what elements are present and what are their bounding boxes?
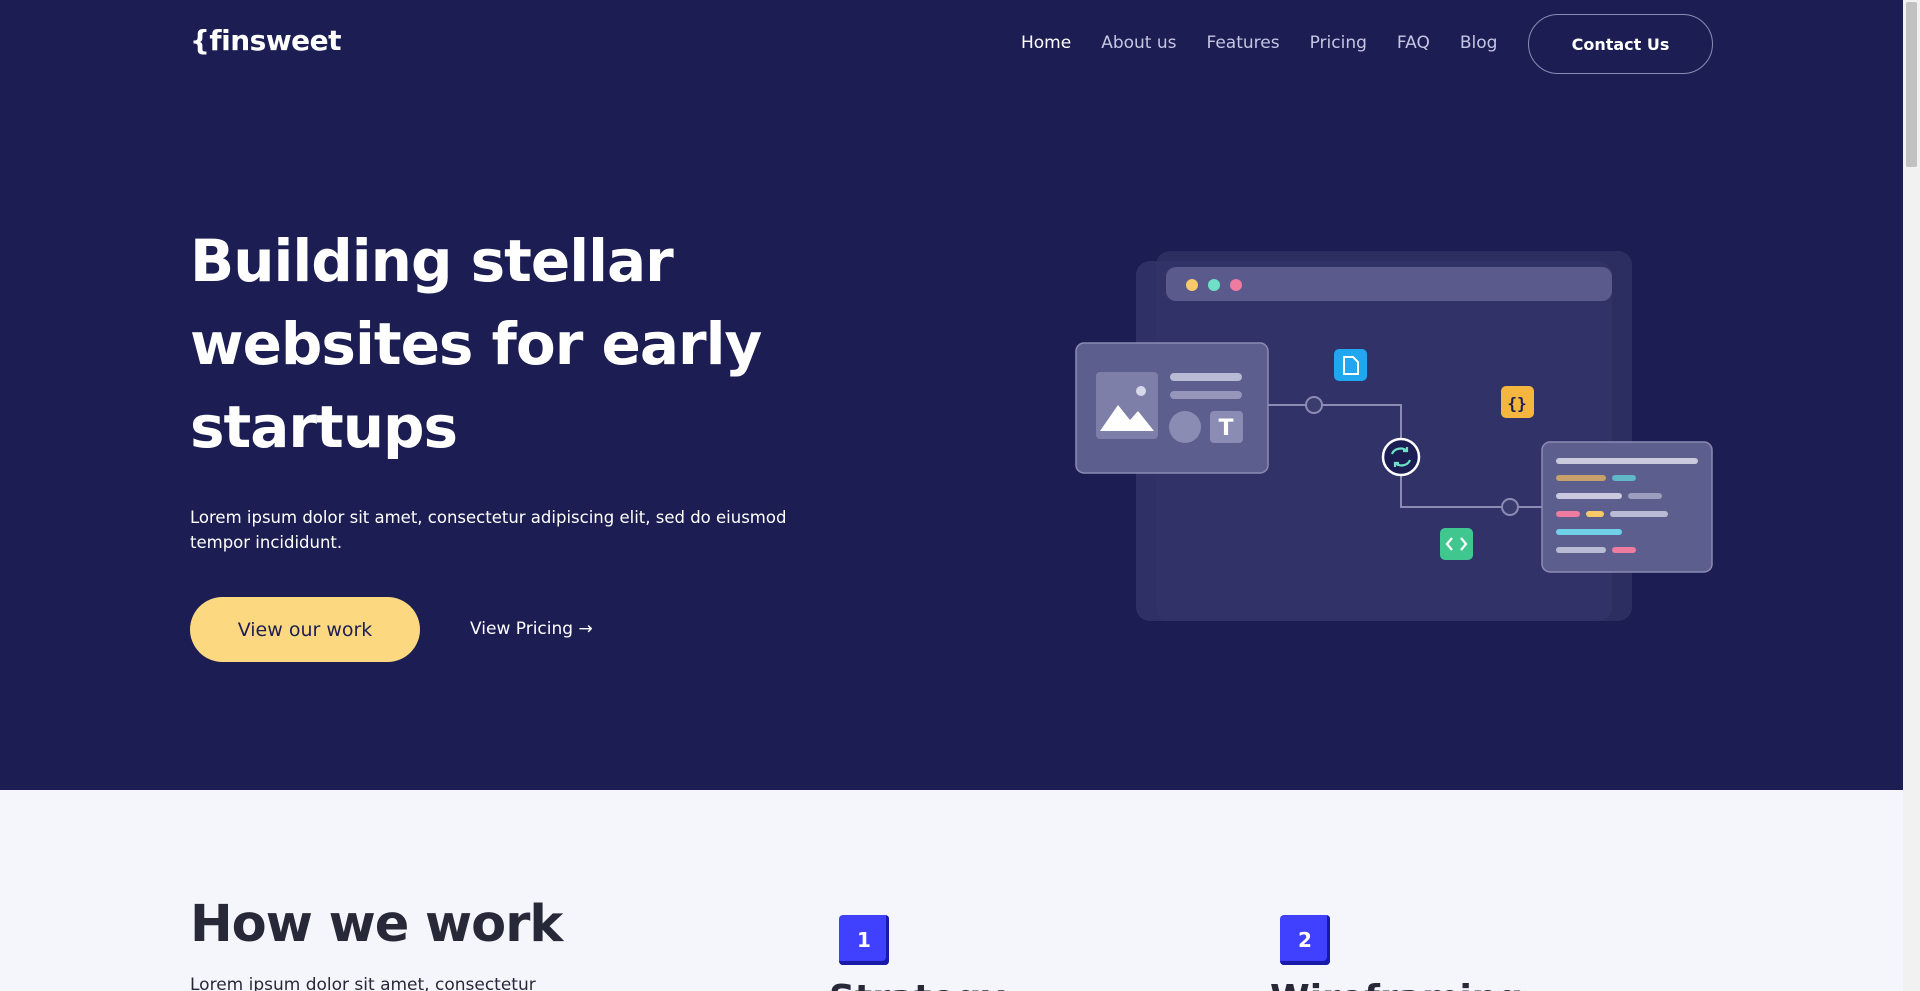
window-dot-yellow [1186, 279, 1198, 291]
vertical-scrollbar[interactable] [1903, 0, 1920, 991]
contact-us-button[interactable]: Contact Us [1528, 14, 1713, 74]
nav-item-faq[interactable]: FAQ [1397, 33, 1430, 53]
hero-illustration: T {} [1075, 251, 1713, 621]
window-dot-teal [1208, 279, 1220, 291]
nav-item-features[interactable]: Features [1207, 33, 1280, 53]
window-dot-pink [1230, 279, 1242, 291]
hero-section: {finsweet Home About us Features Pricing… [0, 0, 1903, 790]
hero-subtitle: Lorem ipsum dolor sit amet, consectetur … [190, 508, 787, 552]
step-badge-1: 1 [839, 915, 889, 965]
how-we-work-text: Lorem ipsum dolor sit amet, consectetur [190, 975, 536, 991]
nav-item-pricing[interactable]: Pricing [1310, 33, 1367, 53]
svg-text:{}: {} [1507, 394, 1526, 413]
connector-node [1501, 498, 1519, 516]
nav-item-blog[interactable]: Blog [1460, 33, 1498, 53]
text-line [1170, 373, 1242, 381]
step-title-2: Wireframing [1270, 978, 1523, 991]
logo[interactable]: {finsweet [190, 24, 342, 57]
view-pricing-link[interactable]: View Pricing → [470, 619, 593, 639]
step-title-1: Strategy [829, 978, 1005, 991]
connector-node [1305, 396, 1323, 414]
text-line [1170, 391, 1242, 399]
shape-circle [1169, 411, 1201, 443]
hero-title: Building stellar websites for early star… [190, 227, 762, 461]
how-we-work-title: How we work [190, 895, 563, 954]
nav-item-home[interactable]: Home [1021, 33, 1071, 53]
step-badge-2: 2 [1280, 915, 1330, 965]
nav-item-about[interactable]: About us [1101, 33, 1176, 53]
main-nav: Home About us Features Pricing FAQ Blog [1021, 33, 1527, 53]
sync-icon [1381, 437, 1421, 477]
code-icon [1440, 528, 1473, 560]
view-our-work-button[interactable]: View our work [190, 597, 420, 662]
scrollbar-thumb[interactable] [1906, 2, 1917, 167]
svg-text:T: T [1218, 416, 1233, 441]
file-icon [1334, 349, 1367, 381]
